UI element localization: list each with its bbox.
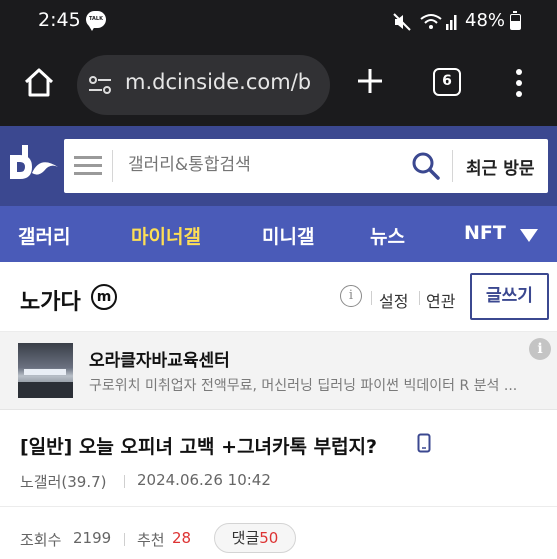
divider (124, 475, 125, 488)
status-bar: 2:45 TALK 48% (0, 0, 557, 46)
write-post-button[interactable]: 글쓰기 (470, 273, 549, 320)
settings-link[interactable]: 설정 (379, 288, 408, 312)
kakaotalk-icon: TALK (86, 11, 106, 31)
search-box[interactable]: 최근 방문 (64, 139, 548, 193)
divider (124, 533, 125, 546)
dcinside-logo[interactable] (8, 143, 60, 191)
tab-switcher-icon[interactable]: 6 (433, 68, 461, 96)
nav-expand-arrow-icon[interactable] (520, 229, 538, 242)
nav-item-mini-gallery[interactable]: 미니갤 (262, 222, 314, 249)
gallery-header: 노가다 m i 설정 연관 글쓰기 (0, 262, 557, 332)
gallery-title[interactable]: 노가다 (20, 284, 81, 316)
hamburger-menu-icon[interactable] (74, 153, 102, 183)
nav-item-gallery[interactable]: 갤러리 (18, 222, 70, 249)
status-time: 2:45 (38, 9, 81, 31)
search-input[interactable] (128, 155, 398, 175)
ad-thumbnail[interactable] (18, 343, 73, 398)
recommend-label: 추천 (137, 531, 165, 549)
info-icon[interactable]: i (340, 285, 362, 307)
ad-description[interactable]: 구로위치 미취업자 전액무료, 머신러닝 딥러닝 파이썬 빅데이터 R 분석 .… (89, 375, 541, 395)
comments-button[interactable]: 댓글50 (214, 523, 296, 553)
url-bar[interactable]: m.dcinside.com/b (77, 55, 330, 115)
nav-item-news[interactable]: 뉴스 (370, 222, 405, 249)
ad-banner[interactable]: 오라클자바교육센터 구로위치 미취업자 전액무료, 머신러닝 딥러닝 파이썬 빅… (0, 332, 557, 410)
views-count: 2199 (73, 529, 112, 547)
recent-visits-button[interactable]: 최근 방문 (466, 154, 534, 179)
post-author[interactable]: 노갤러(39.7) (20, 471, 107, 492)
related-link[interactable]: 연관 (426, 288, 455, 312)
battery-icon (510, 11, 521, 30)
divider (452, 150, 453, 182)
mobile-icon (417, 433, 431, 457)
battery-percent: 48% (465, 10, 506, 31)
comments-label: 댓글 (231, 529, 260, 547)
minor-gallery-badge-icon: m (91, 284, 117, 310)
views-label: 조회수 (20, 531, 62, 549)
recommend-count: 28 (172, 529, 192, 547)
search-icon[interactable] (411, 151, 441, 185)
divider (371, 291, 372, 305)
mute-icon (392, 12, 412, 36)
nav-item-minor-gallery[interactable]: 마이너갤 (131, 222, 201, 249)
nav-item-nft[interactable]: NFT (464, 222, 506, 244)
comments-count: 50 (259, 529, 279, 547)
site-settings-icon[interactable] (87, 72, 113, 102)
home-icon[interactable] (22, 66, 56, 100)
divider (419, 291, 420, 305)
post-stats: 조회수 2199 추천 28 댓글50 (0, 507, 557, 559)
post-date: 2024.06.26 10:42 (137, 471, 271, 489)
ad-title[interactable]: 오라클자바교육센터 (89, 346, 230, 371)
main-nav: 갤러리 마이너갤 미니갤 뉴스 NFT (0, 206, 557, 262)
wifi-icon (420, 12, 460, 36)
more-menu-icon[interactable] (513, 66, 525, 104)
divider (112, 150, 113, 182)
site-header: 최근 방문 (0, 126, 557, 206)
post-title: [일반] 오늘 오피녀 고백 +그녀카톡 부럽지? (20, 436, 378, 458)
url-text[interactable]: m.dcinside.com/b (125, 70, 321, 94)
browser-toolbar: m.dcinside.com/b 6 (0, 46, 557, 126)
post-header: [일반] 오늘 오피녀 고백 +그녀카톡 부럽지? 노갤러(39.7) 2024… (0, 410, 557, 507)
ad-info-icon[interactable]: i (529, 338, 551, 360)
new-tab-icon[interactable] (353, 64, 387, 102)
